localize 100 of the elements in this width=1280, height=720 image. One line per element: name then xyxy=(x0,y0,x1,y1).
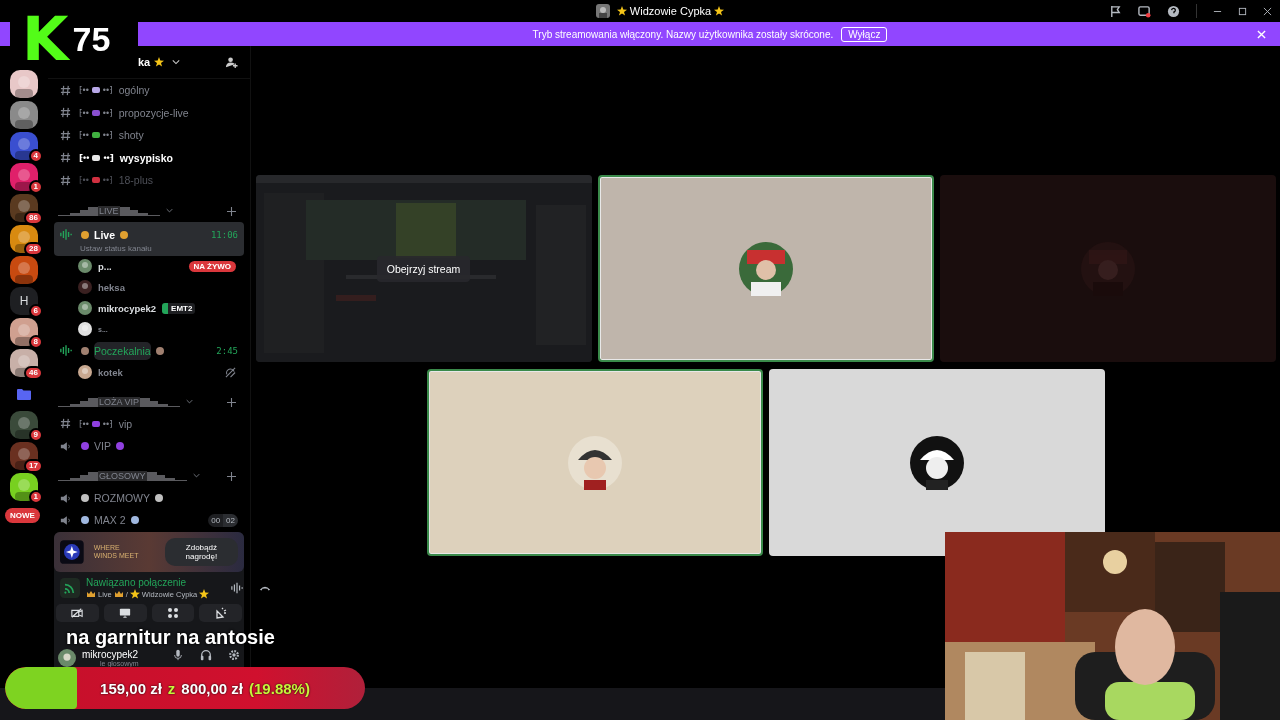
channel-decoration: ⁅•• xyxy=(79,152,90,163)
emoji-icon xyxy=(91,152,102,163)
channel-status[interactable]: Ustaw status kanału xyxy=(60,243,238,253)
speaker-icon xyxy=(60,492,72,504)
goal-joiner: z xyxy=(167,679,176,697)
folder-icon[interactable] xyxy=(17,388,31,400)
category-decoration-icon xyxy=(140,396,181,407)
hash-icon xyxy=(60,152,71,164)
close-icon[interactable] xyxy=(1263,6,1272,16)
voice-channel[interactable]: Poczekalnia 2:45 xyxy=(54,339,244,362)
video-tile[interactable] xyxy=(426,369,763,556)
emoji-icon xyxy=(129,515,140,525)
channel-name: Poczekalnia xyxy=(94,341,151,360)
channel-decoration: ⁅•• xyxy=(79,418,89,429)
emoji-icon xyxy=(80,345,90,356)
voice-channel[interactable]: ROZMOWY xyxy=(54,487,244,509)
live-badge: NA ŻYWO xyxy=(188,260,236,272)
emoji-icon xyxy=(90,418,101,429)
star-icon xyxy=(616,6,627,16)
new-badge[interactable]: NOWE xyxy=(5,508,40,523)
text-channel[interactable]: ⁅•• ••⁆ ogólny xyxy=(77,84,152,97)
voice-user-name[interactable]: p... xyxy=(98,260,112,272)
goal-amount: 800,00 zł xyxy=(181,679,244,697)
disable-button[interactable]: Wyłącz xyxy=(841,26,888,42)
star-icon xyxy=(129,589,140,599)
unread-badge: 17 xyxy=(24,459,43,473)
plus-icon[interactable] xyxy=(227,472,236,481)
channel-decoration: ••⁆ xyxy=(102,175,113,186)
user-tag: EMT2 xyxy=(162,302,196,314)
maximize-icon[interactable] xyxy=(1238,6,1247,16)
channel-name: Live xyxy=(94,228,115,241)
emoji-icon xyxy=(80,493,90,503)
channel-decoration: ••⁆ xyxy=(102,107,113,118)
channel-decoration: ••⁆ xyxy=(103,152,114,163)
add-member-icon[interactable] xyxy=(225,55,238,69)
emoji-icon xyxy=(80,515,90,525)
soundwave-icon[interactable] xyxy=(231,582,244,594)
category-name[interactable]: LOŻA VIP xyxy=(98,396,141,407)
voice-user-name[interactable]: mikrocypek2 xyxy=(98,302,157,314)
category-name[interactable]: LIVE xyxy=(98,205,120,216)
channel-name: wysypisko xyxy=(119,151,173,164)
hash-icon xyxy=(60,107,71,119)
flag-icon[interactable] xyxy=(1109,4,1122,18)
speaker-icon xyxy=(60,514,72,526)
screen-icon[interactable] xyxy=(1138,4,1151,18)
emoji-icon xyxy=(154,345,165,356)
dots-grid-icon xyxy=(166,607,179,619)
voice-user-name[interactable]: kotek xyxy=(98,366,123,378)
category-decoration-icon xyxy=(58,205,98,216)
channel-decoration: ⁅•• xyxy=(79,130,89,141)
star-icon xyxy=(154,57,165,67)
monitor-icon xyxy=(119,607,132,619)
text-channel[interactable]: ⁅•• ••⁆ vip xyxy=(77,417,135,430)
voice-user-name[interactable]: heksa xyxy=(98,281,125,293)
headphones-icon[interactable] xyxy=(200,649,212,661)
video-tile[interactable] xyxy=(939,175,1276,362)
unread-badge: 28 xyxy=(24,242,43,256)
channel-name: vip xyxy=(118,417,133,430)
video-tile[interactable] xyxy=(768,369,1105,556)
call-duration: 11:06 xyxy=(210,229,238,240)
microphone-icon[interactable] xyxy=(172,649,184,661)
category-decoration-icon xyxy=(58,471,98,481)
settings-icon[interactable] xyxy=(228,649,240,661)
emoji-icon xyxy=(114,441,125,451)
share-screen-button[interactable] xyxy=(103,604,147,622)
crown-icon xyxy=(113,589,124,599)
claim-reward-button[interactable]: Zdobądź nagrodę! xyxy=(164,538,238,566)
watch-stream-button[interactable]: Obejrzyj stream xyxy=(376,255,471,282)
voice-channel[interactable]: VIP xyxy=(54,435,244,457)
voice-activity-icon xyxy=(60,345,72,356)
plus-icon[interactable] xyxy=(227,206,236,216)
speaker-icon xyxy=(60,440,72,452)
connection-status[interactable]: Nawiązano połączenie xyxy=(86,577,210,588)
text-channel[interactable]: ⁅•• ••⁆ propozycje-live xyxy=(77,106,191,119)
hash-icon xyxy=(60,84,71,96)
category-decoration-icon xyxy=(58,396,98,407)
server-name[interactable]: ka xyxy=(138,56,151,68)
activities-button[interactable] xyxy=(151,604,195,622)
channel-name: MAX 2 xyxy=(94,514,126,526)
caption-text: na garnitur na antosie xyxy=(66,626,275,648)
crown-icon xyxy=(86,589,96,599)
soundboard-button[interactable] xyxy=(199,604,242,622)
plus-icon[interactable] xyxy=(227,397,236,407)
video-tile[interactable] xyxy=(597,175,934,362)
quest-icon xyxy=(60,539,84,565)
channel-name: VIP xyxy=(94,440,111,452)
text-channel[interactable]: ⁅•• ••⁆ wysypisko xyxy=(77,151,175,164)
chevron-icon[interactable] xyxy=(172,59,181,65)
category-name[interactable]: GŁOSOWY xyxy=(98,471,147,481)
window-title: Widzowie Cypka xyxy=(629,5,712,17)
selected-voice-channel[interactable]: Live 11:06 Ustaw status kanału xyxy=(54,221,244,256)
camera-off-button[interactable] xyxy=(56,604,99,622)
channel-name: 18-plus xyxy=(118,174,154,187)
voice-channel[interactable]: MAX 2 00 02 xyxy=(54,509,244,531)
emoji-icon xyxy=(80,229,90,240)
help-icon[interactable] xyxy=(1167,4,1180,18)
raised-amount: 159,00 zł xyxy=(100,679,162,697)
text-channel[interactable]: ⁅•• ••⁆ shoty xyxy=(77,129,146,142)
hash-icon xyxy=(60,129,71,141)
star-icon xyxy=(714,6,725,16)
